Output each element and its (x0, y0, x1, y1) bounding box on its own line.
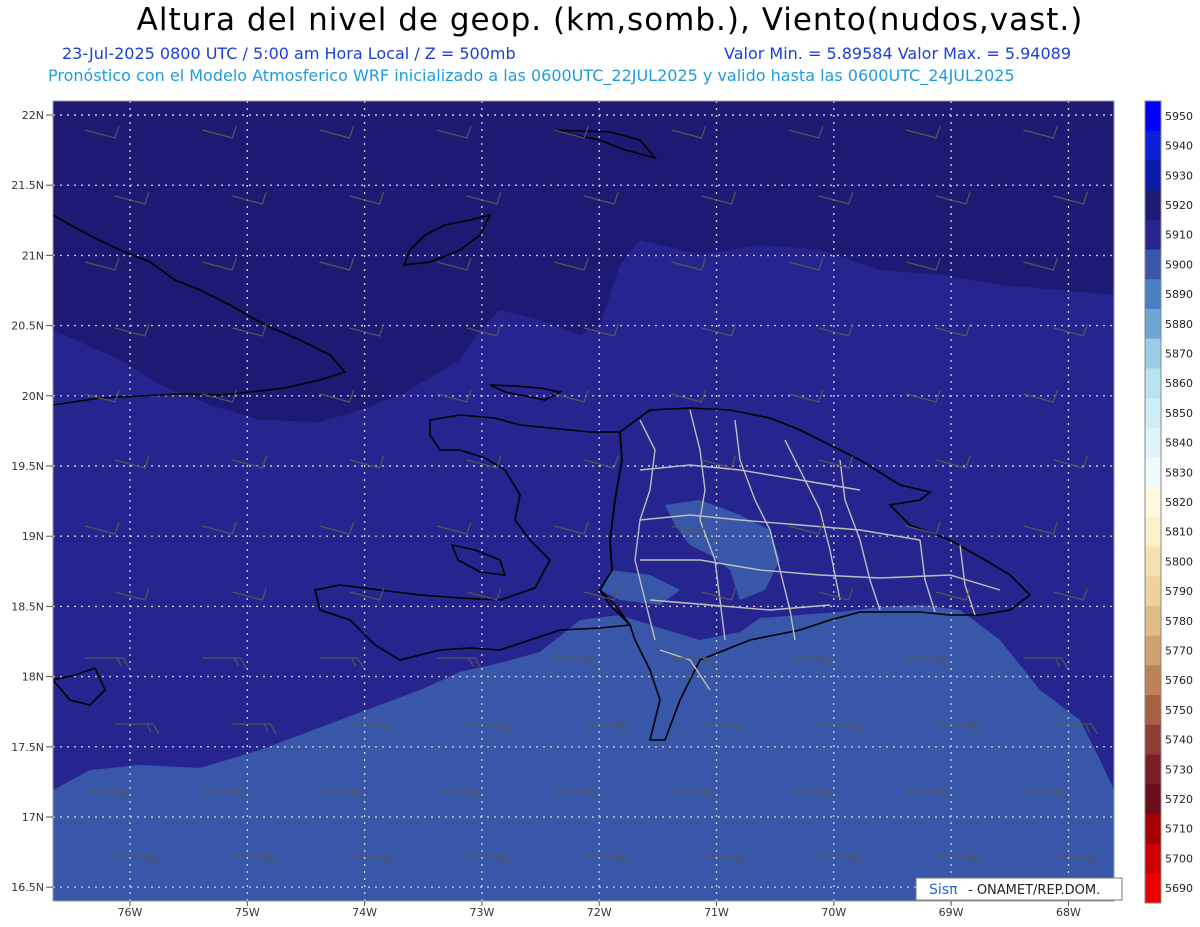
colorbar-label: 5820 (1165, 496, 1193, 509)
lat-label: 19N (22, 530, 44, 543)
colorbar-swatch (1145, 487, 1161, 518)
lon-label: 71W (704, 906, 729, 919)
colorbar-label: 5730 (1165, 763, 1193, 776)
colorbar-swatch (1145, 130, 1161, 161)
colorbar-label: 5760 (1165, 674, 1193, 687)
colorbar-swatch (1145, 219, 1161, 251)
colorbar-label: 5950 (1165, 110, 1193, 123)
colorbar-swatch (1145, 724, 1161, 755)
colorbar-swatch (1145, 843, 1161, 874)
colorbar-swatch (1145, 160, 1161, 191)
colorbar-swatch (1145, 101, 1161, 132)
colorbar-swatch (1145, 398, 1161, 429)
lon-label: 68W (1056, 906, 1081, 919)
colorbar-label: 5700 (1165, 852, 1193, 865)
colorbar-swatch (1145, 427, 1161, 458)
colorbar-swatch (1145, 457, 1161, 488)
credit-box: Sisπ - ONAMET/REP.DOM. (915, 877, 1123, 901)
colorbar-swatch (1145, 576, 1161, 607)
credit-brand: Sisπ (929, 882, 958, 898)
lat-label: 17N (22, 811, 44, 824)
colorbar-swatch (1145, 813, 1161, 845)
colorbar-swatch (1145, 605, 1161, 637)
lon-label: 72W (587, 906, 612, 919)
colorbar-label: 5720 (1165, 793, 1193, 806)
colorbar-label: 5860 (1165, 377, 1193, 390)
colorbar-swatch (1145, 190, 1161, 221)
lat-label: 21N (22, 249, 44, 262)
colorbar-label: 5840 (1165, 437, 1193, 450)
colorbar-label: 5890 (1165, 288, 1193, 301)
colorbar-label: 5910 (1165, 229, 1193, 242)
colorbar-label: 5710 (1165, 823, 1193, 836)
colorbar-label: 5850 (1165, 407, 1193, 420)
colorbar-label: 5880 (1165, 318, 1193, 331)
colorbar-label: 5930 (1165, 169, 1193, 182)
forecast-map: 22N 21.5N 21N 20.5N 20N 19.5N 19N 18.5N 18N 17.5N… (11, 100, 1193, 919)
geopotential-field (53, 101, 1114, 901)
credit-text: - ONAMET/REP.DOM. (968, 883, 1100, 898)
lat-label: 22N (22, 109, 44, 122)
lon-label: 69W (939, 906, 964, 919)
colorbar-label: 5780 (1165, 615, 1193, 628)
longitude-labels: 76W 75W 74W 73W 72W 71W 70W 69W 68W (118, 901, 1081, 919)
colorbar-label: 5810 (1165, 526, 1193, 539)
colorbar-label: 5770 (1165, 645, 1193, 658)
colorbar-label: 5870 (1165, 347, 1193, 360)
colorbar-label: 5750 (1165, 704, 1193, 717)
colorbar-swatch (1145, 873, 1161, 904)
colorbar-swatch (1145, 546, 1161, 577)
colorbar-swatch (1145, 516, 1161, 548)
colorbar-swatch (1145, 754, 1161, 785)
lat-label: 20.5N (11, 320, 44, 333)
lon-label: 70W (821, 906, 846, 919)
lat-label: 19.5N (11, 460, 44, 473)
lon-label: 76W (118, 906, 143, 919)
colorbar-label: 5940 (1165, 140, 1193, 153)
colorbar-swatch (1145, 338, 1161, 369)
colorbar-label: 5900 (1165, 258, 1193, 271)
lon-label: 75W (235, 906, 260, 919)
colorbar-label: 5790 (1165, 585, 1193, 598)
lat-label: 17.5N (11, 741, 44, 754)
colorbar-label: 5830 (1165, 466, 1193, 479)
colorbar-swatch (1145, 368, 1161, 399)
colorbar: 5950 5940 5930 5920 5910 5900 5890 5880 5870 5860… (1144, 100, 1193, 904)
colorbar-swatch (1145, 665, 1161, 696)
lat-label: 21.5N (11, 179, 44, 192)
colorbar-swatch (1145, 784, 1161, 815)
latitude-labels: 22N 21.5N 21N 20.5N 20N 19.5N 19N 18.5N 18N 17.5N… (11, 109, 53, 894)
colorbar-swatch (1145, 308, 1161, 340)
lat-label: 18N (22, 671, 44, 684)
colorbar-swatch (1145, 695, 1161, 726)
colorbar-swatch (1145, 635, 1161, 666)
lat-label: 16.5N (11, 881, 44, 894)
colorbar-label: 5920 (1165, 199, 1193, 212)
colorbar-swatch (1145, 249, 1161, 280)
colorbar-swatch (1145, 279, 1161, 310)
colorbar-label: 5800 (1165, 555, 1193, 568)
lat-label: 18.5N (11, 600, 44, 613)
colorbar-label: 5740 (1165, 734, 1193, 747)
colorbar-label: 5690 (1165, 882, 1193, 895)
lat-label: 20N (22, 390, 44, 403)
lon-label: 74W (352, 906, 377, 919)
lon-label: 73W (469, 906, 494, 919)
